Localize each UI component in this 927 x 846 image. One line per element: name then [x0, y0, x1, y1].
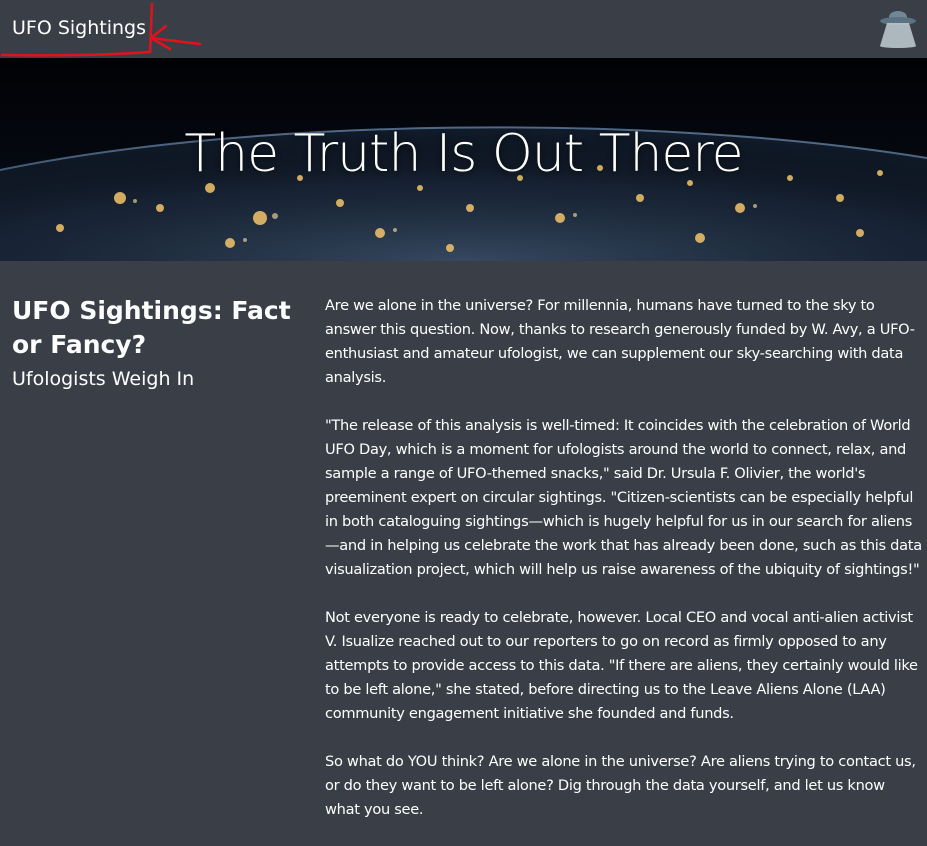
- article-body: Are we alone in the universe? For millen…: [325, 294, 923, 846]
- article-subheadline: Ufologists Weigh In: [12, 368, 195, 390]
- article-paragraph: Not everyone is ready to celebrate, howe…: [325, 609, 918, 722]
- hero-title: The Truth Is Out There: [184, 124, 743, 184]
- ufo-icon[interactable]: [876, 8, 920, 48]
- article-paragraph: So what do YOU think? Are we alone in th…: [325, 753, 916, 818]
- sidebar-heading: UFO Sightings: Fact or Fancy? Ufologists…: [12, 294, 312, 392]
- article-paragraph: "The release of this analysis is well-ti…: [325, 417, 922, 578]
- article-headline: UFO Sightings: Fact or Fancy?: [12, 296, 291, 359]
- hero-banner: The Truth Is Out There: [0, 58, 927, 261]
- article-paragraph: Are we alone in the universe? For millen…: [325, 297, 915, 386]
- navbar: UFO Sightings: [0, 0, 927, 58]
- brand-link[interactable]: UFO Sightings: [12, 17, 146, 39]
